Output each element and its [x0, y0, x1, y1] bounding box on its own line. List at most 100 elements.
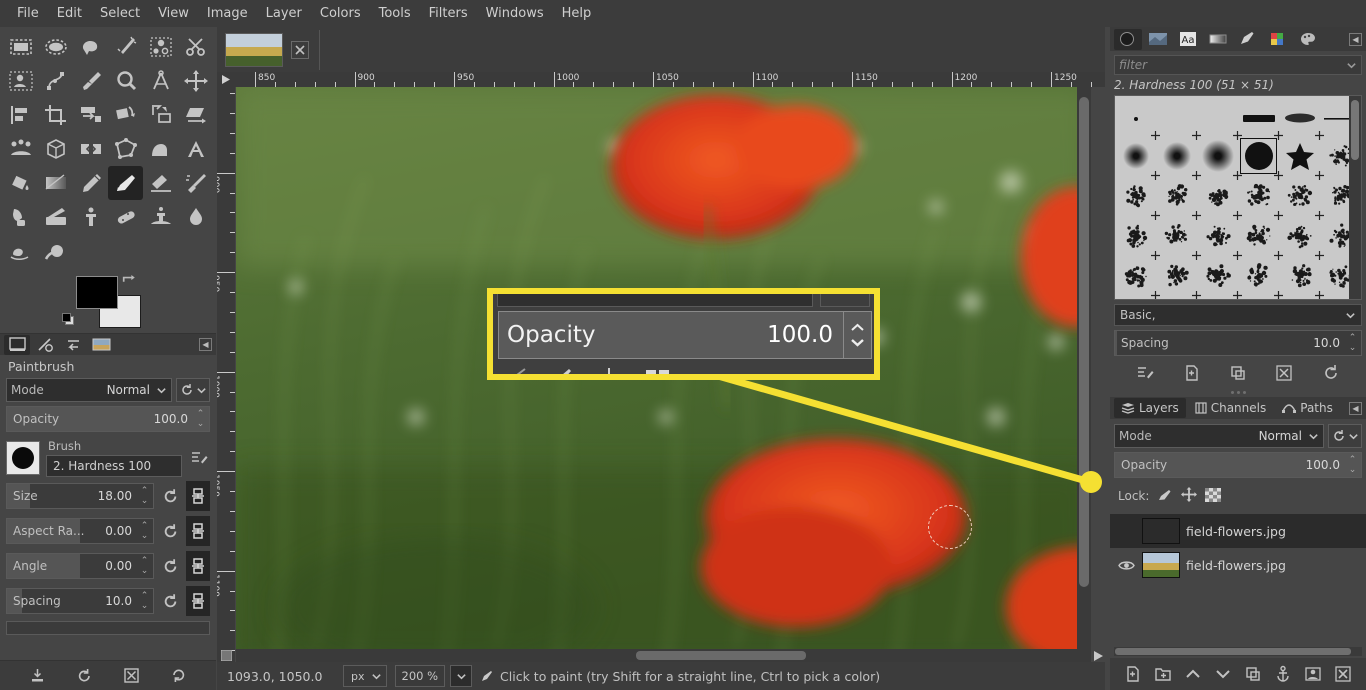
tool-cage-transform[interactable] [108, 132, 143, 166]
layers-opacity-slider[interactable]: Opacity 100.0 ⌃ ⌄ [1114, 452, 1362, 478]
tool-gradient[interactable] [38, 166, 73, 200]
tool-spacing-stepper[interactable]: ⌃ ⌄ [138, 591, 151, 610]
aspect-ratio-stepper[interactable]: ⌃ ⌄ [138, 521, 151, 540]
anchor-layer-icon[interactable] [1272, 663, 1294, 685]
foreground-color-swatch[interactable] [76, 276, 118, 309]
tool-select-by-color[interactable] [143, 30, 178, 64]
mode-dropdown[interactable]: Mode Normal [6, 378, 172, 402]
layer-visibility-toggle[interactable] [1116, 559, 1136, 572]
image-tab[interactable] [225, 32, 283, 67]
tool-free-select[interactable] [73, 30, 108, 64]
brush-spacing-stepper[interactable]: ⌃ ⌄ [1346, 333, 1359, 352]
link-angle-icon[interactable] [186, 551, 210, 581]
reset-tool-options-icon[interactable] [168, 665, 190, 687]
delete-layer-icon[interactable] [1332, 663, 1354, 685]
unit-dropdown[interactable]: px [343, 665, 387, 687]
tool-perspective-clone[interactable] [143, 200, 178, 234]
brush-filter-field[interactable]: filter [1114, 55, 1362, 75]
aspect-ratio-slider[interactable]: Aspect Ra... 0.00 ⌃ ⌄ [6, 518, 154, 544]
tool-scissors-select[interactable] [178, 30, 213, 64]
tool-color-picker[interactable] [73, 64, 108, 98]
tab-layers[interactable]: Layers [1114, 398, 1186, 418]
tool-paths[interactable] [38, 64, 73, 98]
angle-stepper[interactable]: ⌃ ⌄ [138, 556, 151, 575]
brush-item[interactable] [1279, 176, 1324, 220]
menu-select[interactable]: Select [91, 3, 149, 24]
menu-view[interactable]: View [149, 3, 198, 24]
table-row[interactable]: field-flowers.jpg [1110, 514, 1366, 548]
brush-item-selected[interactable] [1238, 136, 1283, 180]
menu-filters[interactable]: Filters [420, 3, 477, 24]
tool-paintbrush[interactable] [108, 166, 143, 200]
tool-spacing-slider[interactable]: Spacing 10.0 ⌃ ⌄ [6, 588, 154, 614]
brush-item[interactable] [1197, 176, 1242, 220]
tool-ink[interactable] [3, 200, 38, 234]
tool-rect-select[interactable] [3, 30, 38, 64]
lower-layer-icon[interactable] [1212, 663, 1234, 685]
reset-layer-mode-button[interactable] [1328, 424, 1362, 448]
swap-colors-icon[interactable] [122, 273, 138, 289]
angle-slider[interactable]: Angle 0.00 ⌃ ⌄ [6, 553, 154, 579]
tab-gradients[interactable] [1204, 29, 1232, 50]
menu-colors[interactable]: Colors [311, 3, 370, 24]
brush-item[interactable] [1238, 256, 1283, 299]
brush-grid[interactable] [1114, 95, 1362, 300]
save-tool-preset-icon[interactable] [27, 665, 49, 687]
brush-item[interactable] [1156, 136, 1201, 180]
brush-item[interactable] [1115, 256, 1160, 299]
brush-item[interactable] [1156, 216, 1201, 260]
reset-spacing-icon[interactable] [159, 590, 181, 612]
tool-warp-transform[interactable] [143, 132, 178, 166]
dock-resize-grip[interactable] [1110, 388, 1366, 397]
tool-eraser[interactable] [143, 166, 178, 200]
layer-mode-dropdown[interactable]: Mode Normal [1114, 424, 1324, 448]
menu-tools[interactable]: Tools [370, 3, 420, 24]
tool-crop[interactable] [38, 98, 73, 132]
menu-file[interactable]: File [8, 3, 48, 24]
tool-text[interactable] [178, 132, 213, 166]
dock-menu-icon[interactable]: ◀ [199, 338, 212, 351]
tab-paths[interactable]: Paths [1275, 398, 1340, 418]
layers-dock-menu-icon[interactable]: ◀ [1349, 401, 1362, 415]
layer-mask-icon[interactable] [1302, 663, 1324, 685]
tool-zoom[interactable] [108, 64, 143, 98]
brush-item[interactable] [1115, 296, 1156, 299]
tool-ellipse-select[interactable] [38, 30, 73, 64]
tool-move[interactable] [178, 64, 213, 98]
brush-spacing-slider[interactable]: Spacing 10.0 ⌃ ⌄ [1114, 330, 1362, 356]
tab-fonts[interactable]: Aa [1174, 29, 1202, 50]
canvas-horizontal-scrollbar[interactable] [236, 649, 1091, 662]
callout-opacity-stepper[interactable] [843, 312, 871, 358]
layer-opacity-stepper[interactable]: ⌃ ⌄ [1346, 455, 1359, 474]
edit-brush-icon[interactable] [188, 447, 210, 469]
edit-brush-icon[interactable] [1134, 362, 1156, 384]
brush-item[interactable] [1279, 216, 1324, 260]
brush-item[interactable] [1156, 176, 1201, 220]
brush-item[interactable] [1156, 256, 1201, 299]
lock-pixels-icon[interactable] [1157, 488, 1173, 505]
brush-item[interactable] [1197, 256, 1242, 299]
tool-rotate[interactable] [108, 98, 143, 132]
brush-preview[interactable] [6, 441, 40, 475]
table-row[interactable]: field-flowers.jpg [1110, 548, 1366, 582]
callout-zoomed-opacity-slider[interactable]: Opacity 100.0 [498, 311, 872, 359]
vertical-ruler[interactable]: 900 950 1000 1050 1100 [217, 87, 235, 662]
tool-airbrush[interactable] [178, 166, 213, 200]
brush-item[interactable] [1197, 216, 1242, 260]
delete-tool-preset-icon[interactable] [121, 665, 143, 687]
quick-mask-icon[interactable] [217, 649, 235, 662]
duplicate-brush-icon[interactable] [1227, 362, 1249, 384]
raise-layer-icon[interactable] [1182, 663, 1204, 685]
tool-shear[interactable] [178, 98, 213, 132]
layer-list-scrollbar[interactable] [1114, 647, 1362, 656]
brush-item[interactable] [1238, 216, 1283, 260]
tool-bucket-fill[interactable] [3, 166, 38, 200]
canvas-vertical-scrollbar[interactable] [1077, 87, 1091, 662]
zoom-value[interactable]: 200 % [394, 665, 446, 687]
brush-item[interactable] [1238, 296, 1279, 299]
tool-smudge[interactable] [3, 234, 38, 268]
delete-brush-icon[interactable] [1273, 362, 1295, 384]
brush-item[interactable] [1238, 96, 1283, 140]
brush-item[interactable] [1115, 176, 1160, 220]
brush-item[interactable] [1238, 176, 1283, 220]
